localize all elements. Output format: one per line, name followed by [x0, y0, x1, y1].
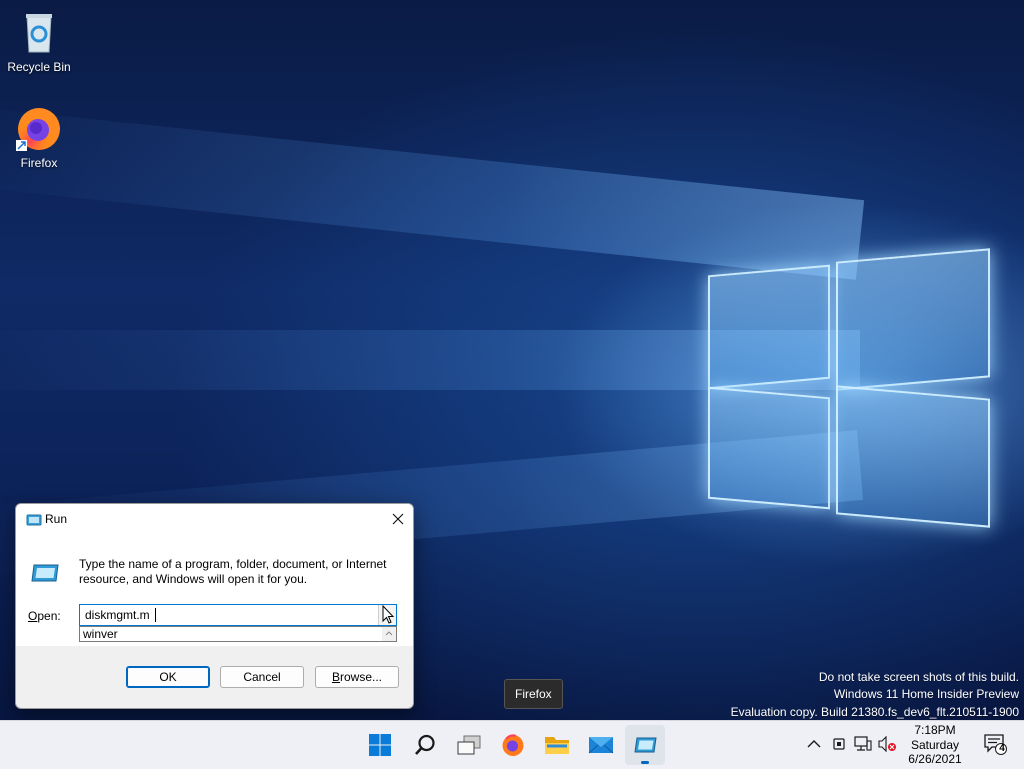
open-input[interactable]: [85, 608, 375, 622]
file-explorer-icon: [545, 737, 569, 754]
wallpaper-light-beam: [0, 106, 865, 280]
start-icon: [369, 734, 391, 756]
network-icon: [854, 736, 872, 751]
browse-button[interactable]: Browse...: [315, 666, 399, 688]
taskbar-app-run[interactable]: [625, 725, 665, 765]
taskbar-app-mail[interactable]: [581, 725, 621, 765]
taskbar-tooltip: Firefox: [504, 679, 563, 709]
close-button[interactable]: [383, 504, 413, 534]
run-icon: [30, 562, 60, 584]
cancel-button[interactable]: Cancel: [220, 666, 304, 688]
autocomplete-list: winver: [79, 626, 397, 642]
mouse-pointer-icon: [382, 604, 395, 624]
desktop-icon-firefox[interactable]: Firefox: [1, 104, 77, 170]
task-view-button[interactable]: [449, 725, 489, 765]
clock-date: 6/26/2021: [908, 752, 962, 766]
notification-badge: 4: [999, 743, 1005, 754]
clock[interactable]: 7:18PM Saturday 6/26/2021: [900, 723, 970, 767]
run-icon: [26, 513, 42, 526]
close-icon: [392, 513, 404, 525]
tray-meet-now[interactable]: [828, 733, 850, 755]
mail-icon: [588, 737, 614, 754]
open-combobox[interactable]: [79, 604, 397, 626]
tray-volume[interactable]: [876, 733, 898, 755]
run-description: Type the name of a program, folder, docu…: [79, 557, 387, 586]
clock-time: 7:18PM: [914, 723, 956, 737]
firefox-icon: [502, 734, 524, 756]
open-label: Open:: [28, 609, 61, 623]
run-icon: [634, 737, 657, 753]
watermark-line: Evaluation copy. Build 21380.fs_dev6_flt…: [730, 705, 1019, 719]
windows-logo-pane: [836, 385, 990, 528]
search-icon: [415, 734, 435, 755]
desktop-icon-label: Firefox: [20, 156, 58, 170]
clock-day: Saturday: [910, 737, 960, 752]
run-dialog-content: Type the name of a program, folder, docu…: [16, 534, 413, 646]
ok-button[interactable]: OK: [126, 666, 210, 688]
volume-muted-icon: [878, 736, 896, 752]
show-hidden-icons-button[interactable]: [803, 733, 825, 755]
task-view-icon: [457, 735, 481, 755]
run-dialog: Run Type the name of a program, folder, …: [15, 503, 414, 709]
notification-center-button[interactable]: 4: [982, 733, 1008, 755]
active-indicator: [641, 761, 649, 764]
device-icon: [833, 738, 845, 750]
search-button[interactable]: [405, 725, 445, 765]
watermark-line: Windows 11 Home Insider Preview: [833, 687, 1019, 701]
start-button[interactable]: [360, 725, 400, 765]
watermark-line: Do not take screen shots of this build.: [818, 670, 1019, 684]
windows-logo-pane: [836, 248, 990, 391]
tray-network[interactable]: [852, 733, 874, 755]
text-caret: [155, 608, 156, 622]
desktop-icon-recycle-bin[interactable]: Recycle Bin: [1, 8, 77, 74]
taskbar: 7:18PM Saturday 6/26/2021 4: [0, 720, 1024, 769]
recycle-bin-icon: [15, 8, 63, 56]
taskbar-app-firefox[interactable]: [493, 725, 533, 765]
firefox-icon: [15, 104, 63, 152]
dropdown-button[interactable]: [378, 604, 396, 625]
run-dialog-titlebar[interactable]: Run: [16, 504, 413, 534]
scrollbar[interactable]: [382, 627, 396, 641]
windows-logo-pane: [708, 264, 830, 390]
chevron-up-icon: [385, 631, 393, 636]
run-dialog-title: Run: [45, 512, 68, 526]
taskbar-app-file-explorer[interactable]: [537, 725, 577, 765]
autocomplete-item[interactable]: winver: [83, 627, 118, 641]
windows-logo-pane: [708, 386, 830, 510]
desktop-icon-label: Recycle Bin: [7, 60, 71, 74]
chevron-up-icon: [807, 740, 821, 748]
